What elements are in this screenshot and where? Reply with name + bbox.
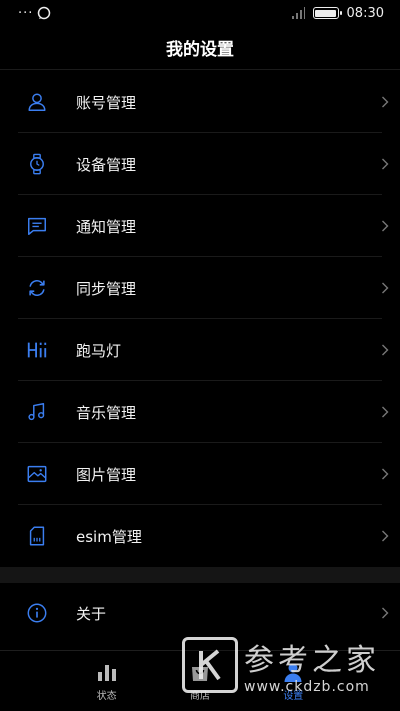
- settings-item-label: 音乐管理: [76, 403, 137, 422]
- chevron-right-icon: [370, 282, 400, 294]
- settings-item-label: 关于: [76, 604, 107, 623]
- battery-icon: [312, 7, 342, 19]
- sim-card-icon: [0, 525, 76, 547]
- signal-icon: [291, 7, 305, 19]
- watermark-logo: [182, 637, 238, 693]
- settings-item-image[interactable]: 图片管理: [0, 443, 400, 505]
- status-left: ···: [18, 6, 51, 21]
- music-icon: [0, 401, 76, 423]
- settings-item-account[interactable]: 账号管理: [0, 71, 400, 133]
- status-bar: ··· 08:30: [0, 0, 400, 26]
- image-icon: [0, 463, 76, 485]
- watermark-name: 参考之家: [244, 643, 380, 678]
- sync-icon: [0, 277, 76, 299]
- chevron-right-icon: [370, 96, 400, 108]
- tab-status[interactable]: 状态: [77, 651, 137, 711]
- chevron-right-icon: [370, 220, 400, 232]
- settings-item-label: 跑马灯: [76, 341, 122, 360]
- settings-item-sync[interactable]: 同步管理: [0, 257, 400, 319]
- settings-item-esim[interactable]: esim管理: [0, 505, 400, 567]
- page-title: 我的设置: [0, 26, 400, 70]
- settings-list: 账号管理 设备管理 通知管理 同步管理 跑马灯 音乐管理 图片管理 esim管理: [0, 71, 400, 583]
- status-right: 08:30: [291, 6, 384, 21]
- message-icon: [0, 215, 76, 237]
- info-icon: [0, 602, 76, 624]
- chevron-right-icon: [370, 158, 400, 170]
- settings-item-label: 图片管理: [76, 465, 137, 484]
- person-icon: [0, 91, 76, 113]
- settings-item-marquee[interactable]: 跑马灯: [0, 319, 400, 381]
- chevron-right-icon: [370, 530, 400, 542]
- watermark: 参考之家 www.ckdzb.com: [182, 633, 392, 697]
- watermark-text: 参考之家 www.ckdzb.com: [244, 635, 380, 695]
- watch-icon: [0, 153, 76, 175]
- settings-item-label: 设备管理: [76, 155, 137, 174]
- settings-item-label: 同步管理: [76, 279, 137, 298]
- chevron-right-icon: [370, 406, 400, 418]
- watermark-url: www.ckdzb.com: [244, 679, 370, 695]
- chevron-right-icon: [370, 468, 400, 480]
- tab-label: 状态: [96, 691, 117, 702]
- settings-item-label: esim管理: [76, 527, 142, 546]
- settings-item-device[interactable]: 设备管理: [0, 133, 400, 195]
- more-dots-icon: ···: [18, 5, 34, 21]
- status-time: 08:30: [346, 5, 384, 21]
- settings-item-label: 通知管理: [76, 217, 137, 236]
- hi-icon: [0, 339, 76, 361]
- bar-chart-icon: [97, 665, 116, 681]
- settings-item-music[interactable]: 音乐管理: [0, 381, 400, 443]
- settings-item-label: 账号管理: [76, 93, 137, 112]
- chat-bubble-icon: [38, 6, 51, 20]
- section-divider: [0, 567, 400, 583]
- chevron-right-icon: [370, 344, 400, 356]
- chevron-right-icon: [370, 607, 400, 619]
- settings-item-notification[interactable]: 通知管理: [0, 195, 400, 257]
